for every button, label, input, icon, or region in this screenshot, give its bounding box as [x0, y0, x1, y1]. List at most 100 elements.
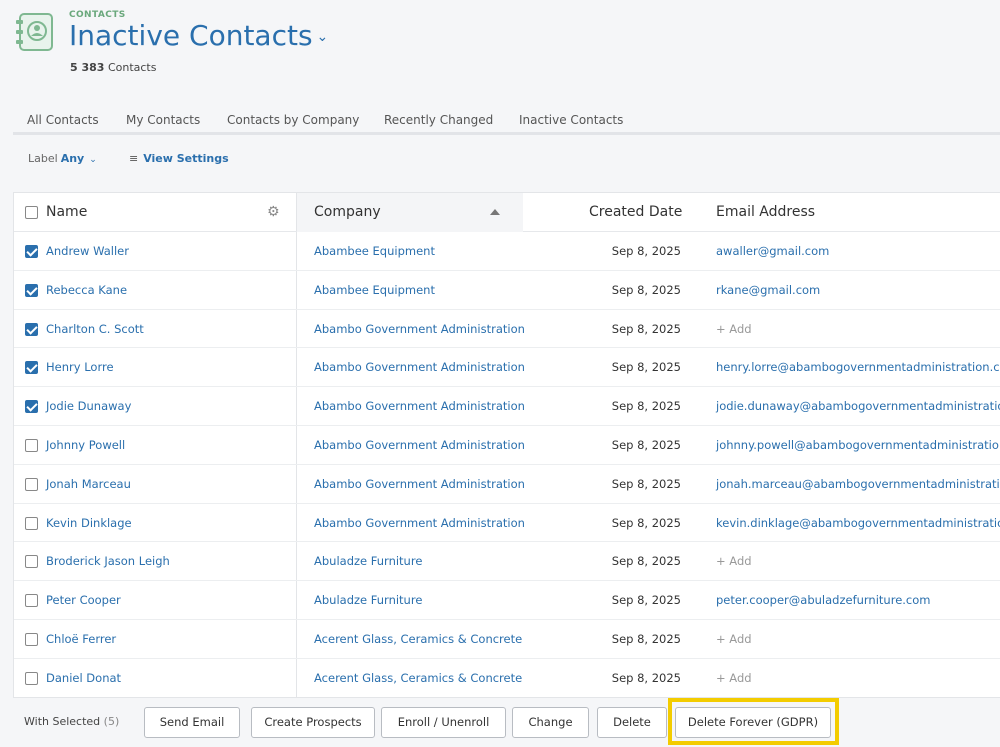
company-link[interactable]: Abuladze Furniture [314, 593, 422, 607]
row-checkbox[interactable] [25, 477, 38, 491]
delete-button[interactable]: Delete [597, 707, 667, 738]
email-link[interactable]: henry.lorre@abambogovernmentadministrati… [716, 360, 1000, 374]
label-filter-text: Label [28, 152, 58, 165]
chevron-down-icon[interactable]: ⌄ [317, 29, 329, 45]
row-checkbox[interactable] [25, 439, 38, 452]
company-link[interactable]: Acerent Glass, Ceramics & Concrete [314, 671, 522, 685]
contact-count-label: Contacts [107, 61, 157, 74]
contact-name-link[interactable]: Rebecca Kane [46, 283, 127, 297]
row-checkbox[interactable] [25, 283, 38, 297]
created-date: Sep 8, 2025 [611, 515, 681, 530]
company-link[interactable]: Abambo Government Administration [314, 516, 525, 530]
contact-name-link[interactable]: Andrew Waller [46, 244, 129, 258]
created-date: Sep 8, 2025 [611, 476, 681, 491]
company-link[interactable]: Abambo Government Administration [314, 322, 525, 336]
delete-forever-gdpr-button[interactable]: Delete Forever (GDPR) [675, 707, 831, 738]
contact-name-link[interactable]: Peter Cooper [46, 593, 121, 607]
filter-bar: Label Any ⌄ ≡ View Settings [13, 138, 1000, 182]
row-checkbox[interactable] [25, 361, 38, 375]
company-link[interactable]: Abambo Government Administration [314, 399, 525, 413]
chevron-down-icon: ⌄ [89, 155, 97, 165]
table-row[interactable]: Broderick Jason Leigh Abuladze Furniture S… [14, 542, 1000, 582]
row-checkbox[interactable] [25, 594, 38, 608]
table-row[interactable]: Rebecca Kane Abambee Equipment Sep 8, 2025… [14, 271, 1000, 310]
view-settings-button[interactable]: ≡ View Settings [129, 152, 229, 165]
row-checkbox[interactable] [25, 555, 38, 569]
contact-name-link[interactable]: Chloë Ferrer [46, 632, 116, 646]
created-date: Sep 8, 2025 [611, 670, 681, 685]
page-title[interactable]: Inactive Contacts ⌄ [69, 19, 328, 52]
contact-name-link[interactable]: Kevin Dinklage [46, 516, 132, 530]
with-selected-label: With Selected (5) [24, 715, 119, 728]
add-email-link[interactable]: + Add [716, 554, 752, 568]
company-link[interactable]: Abuladze Furniture [314, 554, 422, 568]
view-settings-label: View Settings [143, 152, 229, 165]
company-link[interactable]: Abambo Government Administration [314, 477, 525, 491]
page-header: CONTACTS Inactive Contacts ⌄ 5 383 Contac… [0, 0, 1000, 100]
contact-name-link[interactable]: Charlton C. Scott [46, 322, 144, 336]
tab-contacts-by-company[interactable]: Contacts by Company [227, 113, 359, 127]
row-checkbox[interactable] [25, 400, 38, 414]
tab-recently-changed[interactable]: Recently Changed [384, 113, 493, 127]
table-row[interactable]: Kevin Dinklage Abambo Government Administ… [14, 504, 1000, 543]
created-date: Sep 8, 2025 [611, 593, 681, 608]
table-row[interactable]: Peter Cooper Abuladze Furniture Sep 8, 202… [14, 581, 1000, 620]
add-email-link[interactable]: + Add [716, 671, 752, 685]
table-row[interactable]: Andrew Waller Abambee Equipment Sep 8, 202… [14, 232, 1000, 271]
change-button[interactable]: Change [512, 707, 589, 738]
create-prospects-button[interactable]: Create Prospects [251, 707, 375, 738]
contact-name-link[interactable]: Daniel Donat [46, 671, 121, 685]
created-date: Sep 8, 2025 [611, 360, 681, 375]
row-checkbox[interactable] [25, 633, 38, 646]
company-link[interactable]: Abambo Government Administration [314, 438, 525, 452]
email-link[interactable]: johnny.powell@abambogovernmentadministra… [716, 438, 999, 452]
email-link[interactable]: kevin.dinklage@abambogovernmentadministr… [716, 516, 1000, 530]
table-row[interactable]: Jonah Marceau Abambo Government Administr… [14, 465, 1000, 504]
table-row[interactable]: Chloë Ferrer Acerent Glass, Ceramics & Co… [14, 620, 1000, 659]
selected-count: (5) [103, 715, 120, 728]
label-filter[interactable]: Label Any ⌄ [28, 152, 97, 165]
column-header-email[interactable]: Email Address [716, 204, 815, 220]
email-link[interactable]: jonah.marceau@abambogovernmentadministra… [716, 477, 1000, 491]
created-date: Sep 8, 2025 [611, 632, 681, 646]
row-checkbox[interactable] [25, 516, 38, 530]
created-date: Sep 8, 2025 [611, 554, 681, 569]
email-link[interactable]: jodie.dunaway@abambogovernmentadministra… [716, 399, 1000, 413]
company-link[interactable]: Abambo Government Administration [314, 360, 525, 374]
column-header-company[interactable]: Company [314, 204, 381, 220]
gear-icon[interactable]: ⚙ [267, 204, 280, 220]
column-header-name[interactable]: Name [46, 204, 87, 220]
company-link[interactable]: Abambee Equipment [314, 244, 435, 258]
company-link[interactable]: Abambee Equipment [314, 283, 435, 297]
table-row[interactable]: Jodie Dunaway Abambo Government Administr… [14, 387, 1000, 426]
tab-my-contacts[interactable]: My Contacts [126, 113, 200, 127]
contact-name-link[interactable]: Johnny Powell [46, 438, 125, 452]
sort-asc-icon[interactable] [490, 209, 500, 215]
table-row[interactable]: Daniel Donat Acerent Glass, Ceramics & Co… [14, 659, 1000, 697]
add-email-link[interactable]: + Add [716, 322, 752, 336]
contact-name-link[interactable]: Broderick Jason Leigh [46, 554, 170, 568]
row-checkbox[interactable] [25, 245, 38, 258]
created-date: Sep 8, 2025 [611, 438, 681, 452]
row-checkbox[interactable] [25, 671, 38, 685]
add-email-link[interactable]: + Add [716, 632, 752, 646]
created-date: Sep 8, 2025 [611, 321, 681, 336]
email-link[interactable]: awaller@gmail.com [716, 244, 829, 258]
enroll-unenroll-button[interactable]: Enroll / Unenroll [381, 707, 506, 738]
tab-all-contacts[interactable]: All Contacts [27, 113, 99, 127]
contact-name-link[interactable]: Jonah Marceau [46, 477, 131, 491]
send-email-button[interactable]: Send Email [144, 707, 240, 738]
company-link[interactable]: Acerent Glass, Ceramics & Concrete [314, 632, 522, 646]
created-date: Sep 8, 2025 [611, 282, 681, 297]
column-header-created-date[interactable]: Created Date [589, 204, 682, 220]
table-row[interactable]: Charlton C. Scott Abambo Government Admin… [14, 310, 1000, 349]
email-link[interactable]: peter.cooper@abuladzefurniture.com [716, 593, 931, 607]
tab-inactive-contacts[interactable]: Inactive Contacts [519, 113, 623, 127]
contact-name-link[interactable]: Henry Lorre [46, 360, 114, 374]
email-link[interactable]: rkane@gmail.com [716, 283, 820, 297]
row-checkbox[interactable] [25, 322, 38, 336]
table-row[interactable]: Johnny Powell Abambo Government Administr… [14, 426, 1000, 465]
select-all-checkbox[interactable] [25, 206, 38, 219]
contact-name-link[interactable]: Jodie Dunaway [46, 399, 131, 413]
table-row[interactable]: Henry Lorre Abambo Government Administrat… [14, 348, 1000, 388]
